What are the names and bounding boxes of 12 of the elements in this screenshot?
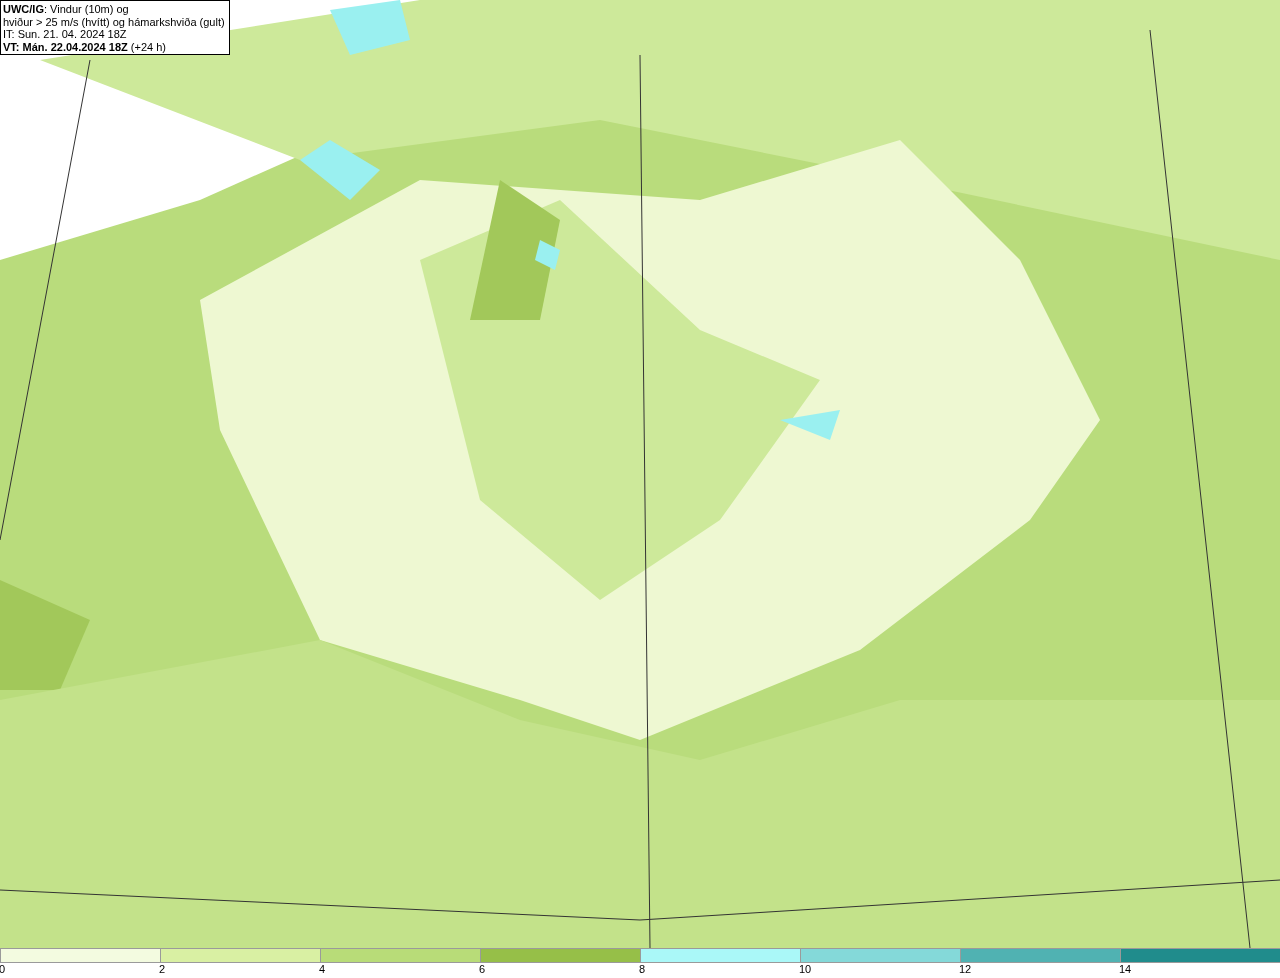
- legend-label: 6: [479, 963, 486, 976]
- info-text: VT: Mán. 22.04.2024 18Z (+24 h): [3, 40, 167, 53]
- info-text: IT: Sun. 21. 04. 2024 18Z: [3, 28, 128, 41]
- legend-label: 2: [159, 963, 166, 976]
- legend-label: 10: [799, 963, 812, 976]
- info-text: UWC/IG: Vindur (10m) og: [3, 3, 130, 16]
- legend-label: 4: [319, 963, 326, 976]
- legend-label: 14: [1119, 963, 1132, 976]
- info-text: hviður > 25 m/s (hvítt) og hámarkshviða (gult): [3, 15, 225, 28]
- legend-label: 12: [959, 963, 972, 976]
- legend-label: 8: [639, 963, 646, 976]
- legend-label: 0: [0, 963, 6, 976]
